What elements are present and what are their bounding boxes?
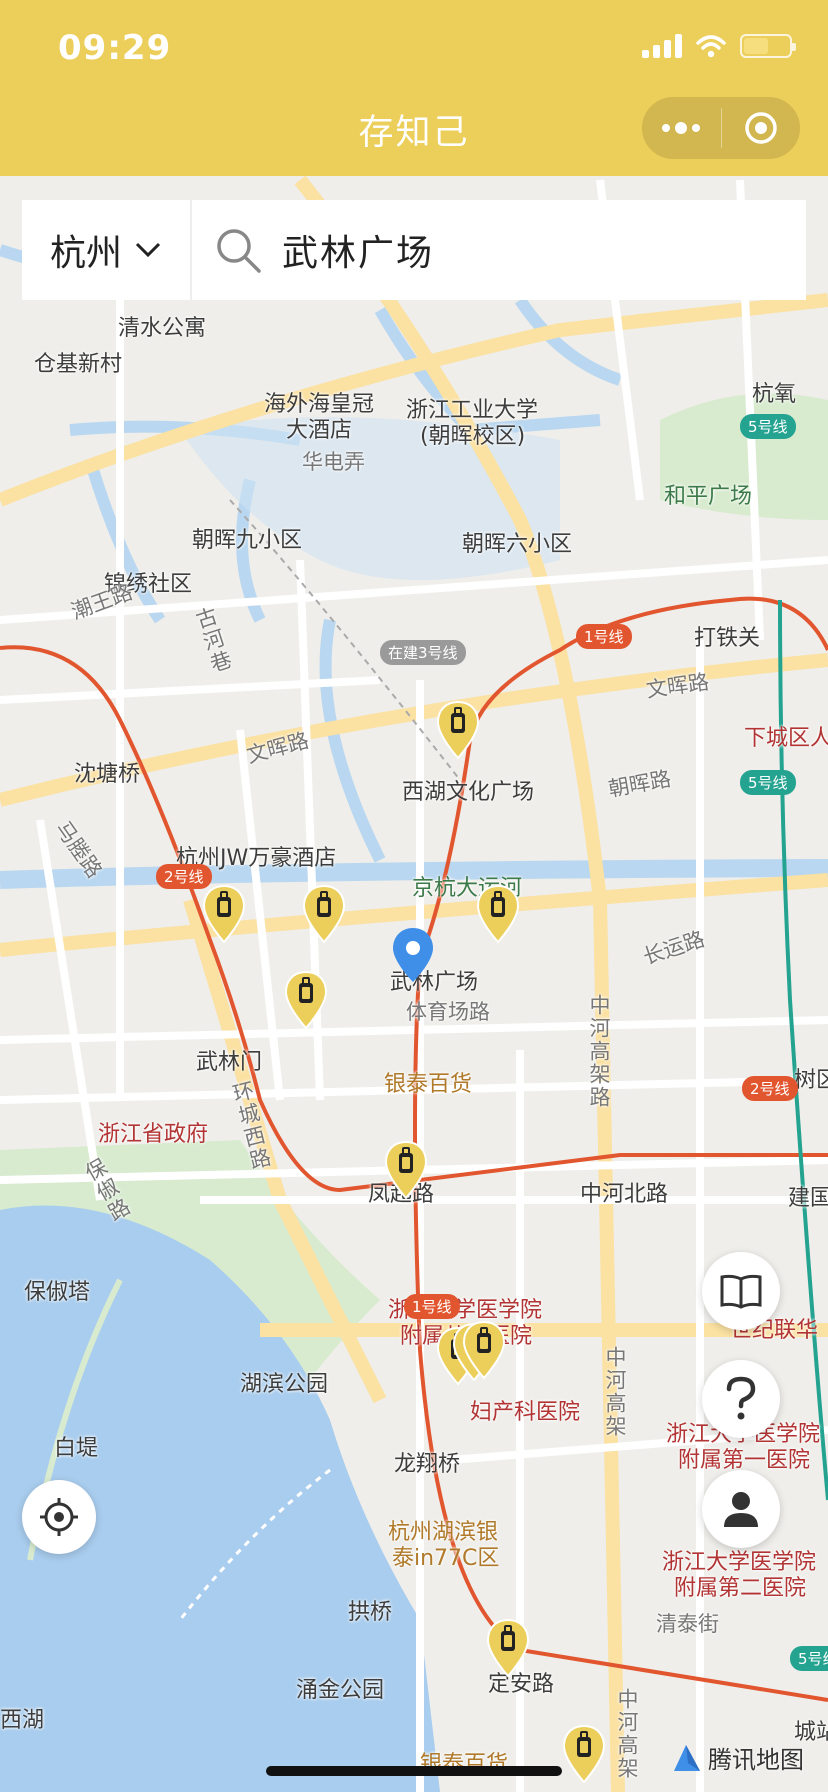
wifi-icon (696, 35, 726, 58)
metro-line-tag: 1号线 (576, 624, 632, 649)
search-query: 武林广场 (282, 233, 435, 274)
map-label: 白堤 (54, 1436, 99, 1461)
map-label: 华电弄 (302, 450, 365, 474)
guide-button[interactable] (702, 1252, 780, 1330)
map-label: 清泰街 (656, 1612, 719, 1636)
top-bar: 09:29 存知己 (0, 0, 828, 176)
user-icon (724, 1492, 758, 1527)
storage-marker[interactable] (284, 970, 328, 1030)
profile-button[interactable] (702, 1470, 780, 1548)
map-label: 龙翔桥 (394, 1452, 461, 1477)
signal-icon (642, 34, 682, 58)
map-label: 大酒店 (286, 418, 353, 443)
map-label: 体育场路 (406, 1000, 490, 1024)
map-label: 西湖 (0, 1708, 45, 1733)
map-label: 湖滨公园 (240, 1372, 329, 1397)
map-label: (朝晖校区) (420, 424, 526, 449)
metro-line-tag: 在建3号线 (380, 640, 466, 665)
home-indicator (266, 1766, 562, 1776)
storage-marker[interactable] (462, 1320, 506, 1380)
battery-icon (740, 34, 796, 58)
target-icon (745, 112, 777, 144)
map-label: 武林门 (196, 1050, 263, 1075)
locate-button[interactable] (22, 1480, 96, 1554)
map-label: 附属第二医院 (674, 1576, 807, 1601)
map-label: 树区 (794, 1068, 828, 1093)
map-label: 拱桥 (348, 1600, 393, 1625)
help-button[interactable] (702, 1360, 780, 1438)
map-view[interactable]: 清水公寓 仓基新村 海外海皇冠 大酒店 浙江工业大学 (朝晖校区) 杭氧 华电弄… (0, 176, 828, 1792)
brand-text: 腾讯地图 (708, 1746, 804, 1774)
mini-program-capsule (642, 97, 800, 159)
storage-marker[interactable] (384, 1140, 428, 1200)
search-bar: 杭州 武林广场 (22, 200, 806, 300)
map-label: 浙江省政府 (98, 1122, 209, 1147)
map-label: 下城区人 (744, 726, 828, 751)
map-label: 打铁关 (694, 626, 761, 651)
map-label: 建国 (788, 1186, 828, 1211)
map-label: 涌金公园 (296, 1678, 385, 1703)
status-time: 09:29 (58, 28, 172, 68)
more-button[interactable] (642, 97, 721, 159)
storage-marker[interactable] (562, 1724, 606, 1784)
city-name: 杭州 (49, 233, 122, 274)
map-label: 沈塘桥 (74, 762, 141, 787)
chevron-down-icon (135, 242, 161, 258)
map-label: 朝晖六小区 (462, 532, 573, 557)
search-icon (217, 229, 261, 273)
status-icons (642, 34, 796, 58)
map-label: 妇产科医院 (470, 1400, 581, 1425)
map-label: 泰in77C区 (392, 1546, 500, 1571)
metro-line-tag: 1号线 (404, 1294, 460, 1319)
tencent-map-icon (674, 1744, 700, 1771)
map-label: 保俶塔 (24, 1280, 91, 1305)
metro-line-tag: 5号线 (740, 770, 796, 795)
crosshair-icon (40, 1498, 78, 1536)
map-label: 杭氧 (752, 382, 797, 407)
location-pin-icon (393, 928, 433, 982)
city-selector[interactable]: 杭州 (22, 200, 192, 300)
metro-line-tag: 5号线 (790, 1646, 828, 1671)
search-input[interactable]: 武林广场 (192, 200, 806, 300)
map-label: 西湖文化广场 (402, 780, 535, 805)
close-miniprogram-button[interactable] (722, 97, 801, 159)
storage-marker[interactable] (476, 884, 520, 944)
storage-marker[interactable] (436, 700, 480, 760)
question-icon (726, 1376, 756, 1420)
map-label: 中河高架 (615, 1688, 639, 1780)
storage-marker[interactable] (202, 884, 246, 944)
storage-marker[interactable] (486, 1618, 530, 1678)
storage-marker[interactable] (302, 884, 346, 944)
map-label: 中河北路 (580, 1182, 669, 1207)
map-label: 银泰百货 (384, 1072, 473, 1097)
metro-line-tag: 2号线 (742, 1076, 798, 1101)
metro-line-tag: 5号线 (740, 414, 796, 439)
map-label: 朝晖九小区 (192, 528, 303, 553)
map-label: 和平广场 (664, 484, 753, 509)
map-label: 中河高架路 (587, 994, 611, 1109)
map-label: 仓基新村 (34, 352, 123, 377)
book-icon (720, 1274, 762, 1309)
tencent-map-logo: 腾讯地图 (672, 1740, 804, 1775)
map-label: 中河高架 (603, 1346, 627, 1438)
map-label: 清水公寓 (118, 316, 207, 341)
